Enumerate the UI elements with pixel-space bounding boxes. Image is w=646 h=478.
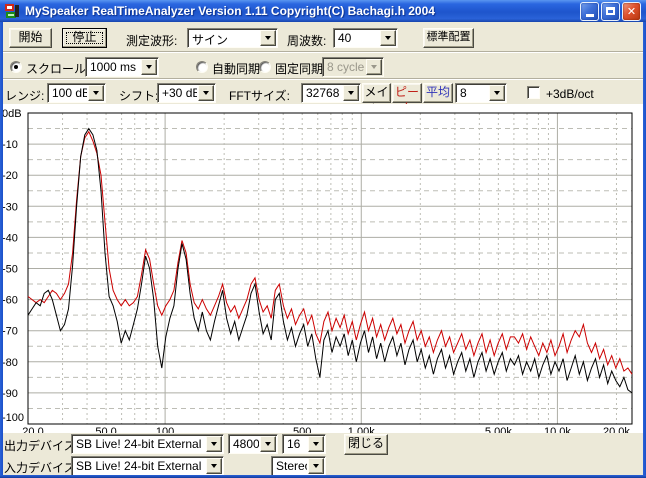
dropdown-arrow-icon[interactable] xyxy=(206,458,222,474)
dropdown-arrow-icon[interactable] xyxy=(141,59,157,75)
standard-layout-button[interactable]: 標準配置 xyxy=(423,28,474,48)
stop-button[interactable]: 停止 xyxy=(62,28,107,48)
y-axis-tick-label: -20 xyxy=(2,170,18,182)
octave-checkbox-label[interactable]: +3dB/oct xyxy=(546,87,594,101)
maximize-button[interactable] xyxy=(601,1,620,21)
octave-checkbox[interactable] xyxy=(527,86,540,99)
dropdown-arrow-icon[interactable] xyxy=(343,85,359,101)
titlebar[interactable]: MySpeaker RealTimeAnalyzer Version 1.11 … xyxy=(0,0,646,22)
start-button[interactable]: 開始 xyxy=(9,28,52,48)
average-trace-button[interactable]: 平均 xyxy=(423,83,453,103)
x-axis-tick-label: 1.00k xyxy=(348,426,375,433)
y-axis-tick-label: -70 xyxy=(2,326,18,338)
fft-size-label: FFTサイズ: xyxy=(229,89,290,103)
y-axis-tick-label: -50 xyxy=(2,264,18,276)
x-axis-tick-label: 500 xyxy=(293,426,311,433)
cycle-select: 8 cycle xyxy=(322,57,384,77)
dropdown-arrow-icon[interactable] xyxy=(380,30,396,46)
dropdown-arrow-icon[interactable] xyxy=(308,436,324,452)
range-select[interactable]: 100 dB xyxy=(47,83,106,103)
main-trace-button[interactable]: メイン xyxy=(362,83,391,115)
maximize-icon xyxy=(606,7,615,15)
scroll-radio[interactable] xyxy=(10,61,22,73)
dropdown-arrow-icon[interactable] xyxy=(88,85,104,101)
dropdown-arrow-icon xyxy=(366,59,382,75)
frequency-label: 周波数: xyxy=(287,34,327,48)
bit-depth-select[interactable]: 16 xyxy=(282,434,326,454)
dropdown-arrow-icon[interactable] xyxy=(260,436,276,452)
range-label: レンジ: xyxy=(5,89,45,103)
output-device-label: 出力デバイス: xyxy=(4,439,79,453)
auto-sync-radio[interactable] xyxy=(196,61,208,73)
average-count-select[interactable]: 8 xyxy=(455,83,507,103)
dropdown-arrow-icon[interactable] xyxy=(489,85,505,101)
x-axis-tick-label: 50.0 xyxy=(95,426,116,433)
x-axis-tick-label: 20.0k xyxy=(603,426,630,433)
shift-select[interactable]: +30 dB xyxy=(157,83,216,103)
fixed-sync-radio[interactable] xyxy=(259,61,271,73)
waveform-select[interactable]: サイン xyxy=(187,28,278,48)
scroll-radio-label[interactable]: スクロール xyxy=(26,60,86,77)
window-title: MySpeaker RealTimeAnalyzer Version 1.11 … xyxy=(25,4,435,18)
app-icon xyxy=(5,3,21,19)
y-axis-tick-label: -90 xyxy=(2,388,18,400)
main-trace xyxy=(27,127,633,394)
scroll-interval-select[interactable]: 1000 ms xyxy=(85,57,159,77)
close-button[interactable]: ✕ xyxy=(622,1,641,21)
fixed-sync-label[interactable]: 固定同期 xyxy=(275,60,323,77)
close-icon: ✕ xyxy=(626,5,637,18)
separator xyxy=(0,78,646,80)
spectrum-chart: 0dB -10 -20 -30 -40 -50 -60 -70 -80 -90 -100 20.0 50… xyxy=(0,104,646,438)
sample-rate-select[interactable]: 48000 xyxy=(228,434,278,454)
dropdown-arrow-icon[interactable] xyxy=(308,458,324,474)
x-axis-tick-label: 5.00k xyxy=(485,426,512,433)
window-frame xyxy=(0,22,3,478)
y-axis-tick-label: -30 xyxy=(2,201,18,213)
channel-select[interactable]: Stereo xyxy=(271,456,326,476)
x-axis-tick-label: 10.0k xyxy=(544,426,571,433)
y-axis-tick-label: -80 xyxy=(2,357,18,369)
frequency-select[interactable]: 40 xyxy=(333,28,398,48)
spectrum-chart-svg: 0dB -10 -20 -30 -40 -50 -60 -70 -80 -90 -100 20.0 50… xyxy=(2,108,633,438)
shift-label: シフト: xyxy=(119,89,159,103)
focus-rect xyxy=(66,32,103,44)
y-axis-tick-label: -10 xyxy=(2,139,18,151)
x-axis-tick-label: 20.0 xyxy=(22,426,43,433)
auto-sync-label[interactable]: 自動同期 xyxy=(212,60,260,77)
y-axis-tick-label: -60 xyxy=(2,295,18,307)
fft-size-select[interactable]: 32768 xyxy=(301,83,361,103)
close-dialog-button[interactable]: 閉じる xyxy=(344,434,388,455)
output-device-select[interactable]: SB Live! 24-bit External xyxy=(71,434,224,454)
input-device-label: 入力デバイス: xyxy=(4,461,79,475)
separator xyxy=(0,51,646,53)
minimize-icon xyxy=(585,13,594,17)
device-panel: 出力デバイス: SB Live! 24-bit External 48000 1… xyxy=(0,433,646,476)
peak-trace-button[interactable]: ピーク xyxy=(392,83,422,115)
y-axis-tick-label: -40 xyxy=(2,232,18,244)
dropdown-arrow-icon[interactable] xyxy=(206,436,222,452)
waveform-label: 測定波形: xyxy=(126,34,178,48)
minimize-button[interactable] xyxy=(580,1,599,21)
y-axis-tick-label: -100 xyxy=(2,412,24,424)
y-axis-tick-label: 0dB xyxy=(2,108,22,120)
app-window: MySpeaker RealTimeAnalyzer Version 1.11 … xyxy=(0,0,646,478)
input-device-select[interactable]: SB Live! 24-bit External xyxy=(71,456,224,476)
dropdown-arrow-icon[interactable] xyxy=(198,85,214,101)
dropdown-arrow-icon[interactable] xyxy=(260,30,276,46)
x-axis-tick-label: 100 xyxy=(156,426,174,433)
